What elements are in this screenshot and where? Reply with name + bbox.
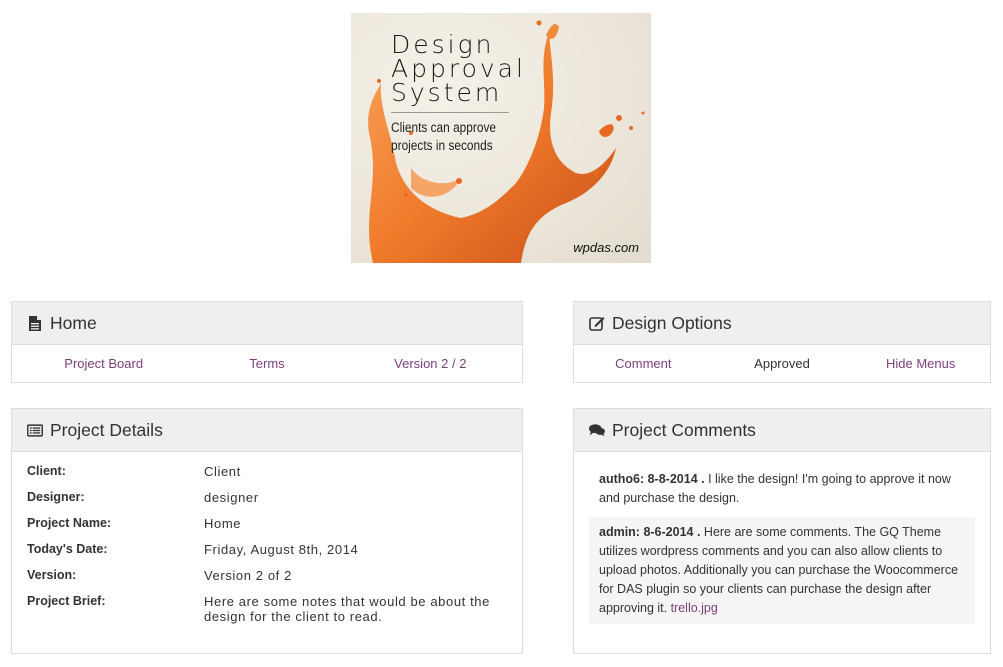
version-link[interactable]: Version 2 / 2 <box>349 356 512 371</box>
list-alt-icon <box>27 422 43 438</box>
banner-url: wpdas.com <box>573 240 639 255</box>
detail-label: Version: <box>27 568 77 582</box>
detail-value: Friday, August 8th, 2014 <box>204 542 359 557</box>
home-panel-header: Home <box>12 302 522 345</box>
attachment-link[interactable]: trello.jpg <box>671 601 718 615</box>
detail-row-version: Version: Version 2 of 2 <box>27 568 507 583</box>
detail-value: Home <box>204 516 242 531</box>
detail-row-designer: Designer: designer <box>27 490 507 505</box>
home-panel: Home Project Board Terms Version 2 / 2 <box>11 301 523 383</box>
banner-tagline: Clients can approve projects in seconds <box>391 120 497 153</box>
detail-row-project-name: Project Name: Home <box>27 516 507 531</box>
detail-label: Project Brief: <box>27 594 106 608</box>
project-comments-title: Project Comments <box>612 419 756 440</box>
detail-label: Project Name: <box>27 516 112 530</box>
approval-status: Approved <box>754 356 810 371</box>
detail-value: designer <box>204 490 259 505</box>
detail-label: Today's Date: <box>27 542 108 556</box>
hide-menus-link[interactable]: Hide Menus <box>851 356 990 371</box>
detail-row-date: Today's Date: Friday, August 8th, 2014 <box>27 542 507 557</box>
banner-divider <box>391 112 509 113</box>
design-options-header: Design Options <box>574 302 990 345</box>
design-options-nav: Comment Approved Hide Menus <box>574 345 990 382</box>
comment-link[interactable]: Comment <box>574 356 713 371</box>
edit-icon <box>589 315 605 331</box>
detail-value: Client <box>204 464 241 479</box>
detail-value: Version 2 of 2 <box>204 568 292 583</box>
project-comments-panel: Project Comments autho6: 8-8-2014 . I li… <box>573 408 991 654</box>
project-details-title: Project Details <box>50 419 163 440</box>
detail-value: Here are some notes that would be about … <box>204 594 490 624</box>
file-icon <box>27 315 43 331</box>
home-nav: Project Board Terms Version 2 / 2 <box>12 345 522 382</box>
detail-label: Designer: <box>27 490 85 504</box>
banner-title: Design Approval System <box>391 30 526 107</box>
project-details-header: Project Details <box>12 409 522 452</box>
project-board-link[interactable]: Project Board <box>22 356 185 371</box>
project-details-panel: Project Details Client: Client Designer:… <box>11 408 523 654</box>
comment-meta: autho6: 8-8-2014 . <box>599 472 705 486</box>
home-panel-title: Home <box>50 312 97 333</box>
detail-row-client: Client: Client <box>27 464 507 479</box>
comment-item: admin: 8-6-2014 . Here are some comments… <box>589 517 975 624</box>
design-options-title: Design Options <box>612 312 732 333</box>
detail-row-brief: Project Brief: Here are some notes that … <box>27 594 507 624</box>
terms-link[interactable]: Terms <box>185 356 348 371</box>
project-details-body: Client: Client Designer: designer Projec… <box>12 452 522 624</box>
comments-list: autho6: 8-8-2014 . I like the design! I'… <box>574 452 990 624</box>
comment-item: autho6: 8-8-2014 . I like the design! I'… <box>589 464 975 514</box>
design-options-panel: Design Options Comment Approved Hide Men… <box>573 301 991 383</box>
detail-label: Client: <box>27 464 66 478</box>
project-comments-header: Project Comments <box>574 409 990 452</box>
comment-meta: admin: 8-6-2014 . <box>599 525 701 539</box>
das-banner-ad[interactable]: Design Approval System Clients can appro… <box>351 13 651 263</box>
comments-icon <box>589 422 605 438</box>
